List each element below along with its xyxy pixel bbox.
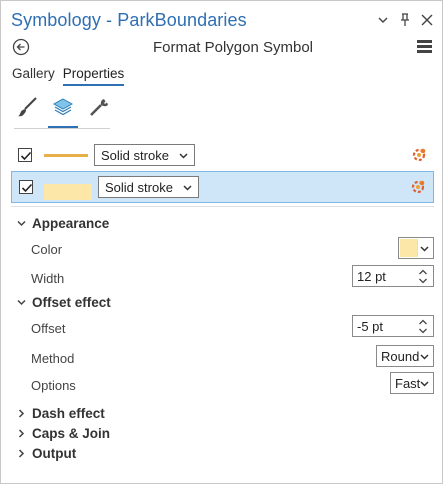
- close-icon[interactable]: [420, 12, 434, 28]
- layer-type-select[interactable]: Solid stroke: [94, 144, 195, 166]
- width-input[interactable]: 12 pt: [352, 265, 434, 287]
- spinner-arrows-icon[interactable]: [418, 268, 428, 285]
- icon-tab-strip: [14, 94, 112, 128]
- chevron-down-icon: [17, 299, 26, 306]
- pin-icon[interactable]: [398, 12, 412, 28]
- options-select[interactable]: Fast: [390, 372, 434, 394]
- offset-effect-section-header[interactable]: Offset effect: [17, 295, 111, 310]
- icon-tabs-divider: [14, 128, 110, 129]
- fill-swatch: [44, 184, 92, 200]
- symbol-layer-row[interactable]: Solid stroke: [11, 140, 434, 170]
- layer-visibility-checkbox[interactable]: [19, 180, 33, 194]
- layer-properties-icon[interactable]: [409, 178, 427, 196]
- layer-type-value: Solid stroke: [101, 147, 169, 163]
- offset-label: Offset: [31, 321, 66, 336]
- dash-effect-section-header[interactable]: Dash effect: [17, 406, 105, 421]
- section-divider: [11, 206, 434, 207]
- appearance-section-header[interactable]: Appearance: [17, 216, 109, 231]
- layer-properties-icon[interactable]: [410, 146, 428, 164]
- method-value: Round: [381, 348, 420, 364]
- color-picker-button[interactable]: [398, 237, 434, 259]
- chevron-right-icon: [18, 429, 25, 438]
- pane-title: Symbology - ParkBoundaries: [11, 10, 247, 30]
- options-label: Options: [31, 378, 76, 393]
- offset-value: -5 pt: [357, 318, 384, 334]
- menu-icon[interactable]: [417, 40, 432, 54]
- dash-effect-label: Dash effect: [32, 406, 105, 421]
- layer-visibility-checkbox[interactable]: [18, 148, 32, 162]
- structure-icon[interactable]: [86, 94, 112, 120]
- appearance-label: Appearance: [32, 216, 110, 231]
- chevron-down-icon: [17, 220, 26, 227]
- window-controls: [376, 12, 434, 28]
- caps-join-label: Caps & Join: [32, 426, 111, 441]
- stroke-swatch: [44, 153, 88, 157]
- chevron-down-icon: [420, 381, 429, 387]
- color-label: Color: [31, 242, 63, 257]
- symbology-pane: Symbology - ParkBoundaries Format Polygo…: [0, 0, 443, 484]
- layers-icon[interactable]: [48, 94, 78, 128]
- method-select[interactable]: Round: [376, 345, 434, 367]
- title-bar: Symbology - ParkBoundaries: [11, 10, 434, 36]
- symbol-icon[interactable]: [14, 94, 40, 120]
- offset-effect-label: Offset effect: [32, 295, 111, 310]
- options-value: Fast: [395, 375, 421, 391]
- chevron-down-icon: [183, 185, 192, 191]
- chevron-down-icon: [420, 354, 429, 360]
- chevron-right-icon: [18, 409, 25, 418]
- tab-properties[interactable]: Properties: [62, 66, 125, 86]
- chevron-right-icon: [18, 449, 25, 458]
- tab-gallery[interactable]: Gallery: [12, 66, 55, 86]
- width-label: Width: [31, 271, 65, 286]
- width-value: 12 pt: [357, 268, 386, 284]
- format-symbol-title: Format Polygon Symbol: [152, 39, 314, 56]
- offset-input[interactable]: -5 pt: [352, 315, 434, 337]
- caps-join-section-header[interactable]: Caps & Join: [17, 426, 110, 441]
- output-label: Output: [32, 446, 77, 461]
- color-swatch: [400, 239, 418, 257]
- layer-type-value: Solid stroke: [105, 179, 173, 195]
- chevron-down-icon: [179, 153, 188, 159]
- chevron-down-icon: [420, 246, 429, 252]
- chevron-down-icon[interactable]: [376, 12, 390, 28]
- spinner-arrows-icon[interactable]: [418, 318, 428, 335]
- method-label: Method: [31, 351, 75, 366]
- tab-strip: Gallery Properties: [12, 66, 125, 86]
- header-row: Format Polygon Symbol: [12, 38, 434, 58]
- layer-type-select[interactable]: Solid stroke: [98, 176, 199, 198]
- output-section-header[interactable]: Output: [17, 446, 76, 461]
- symbol-layer-row-selected[interactable]: Solid stroke: [11, 171, 434, 203]
